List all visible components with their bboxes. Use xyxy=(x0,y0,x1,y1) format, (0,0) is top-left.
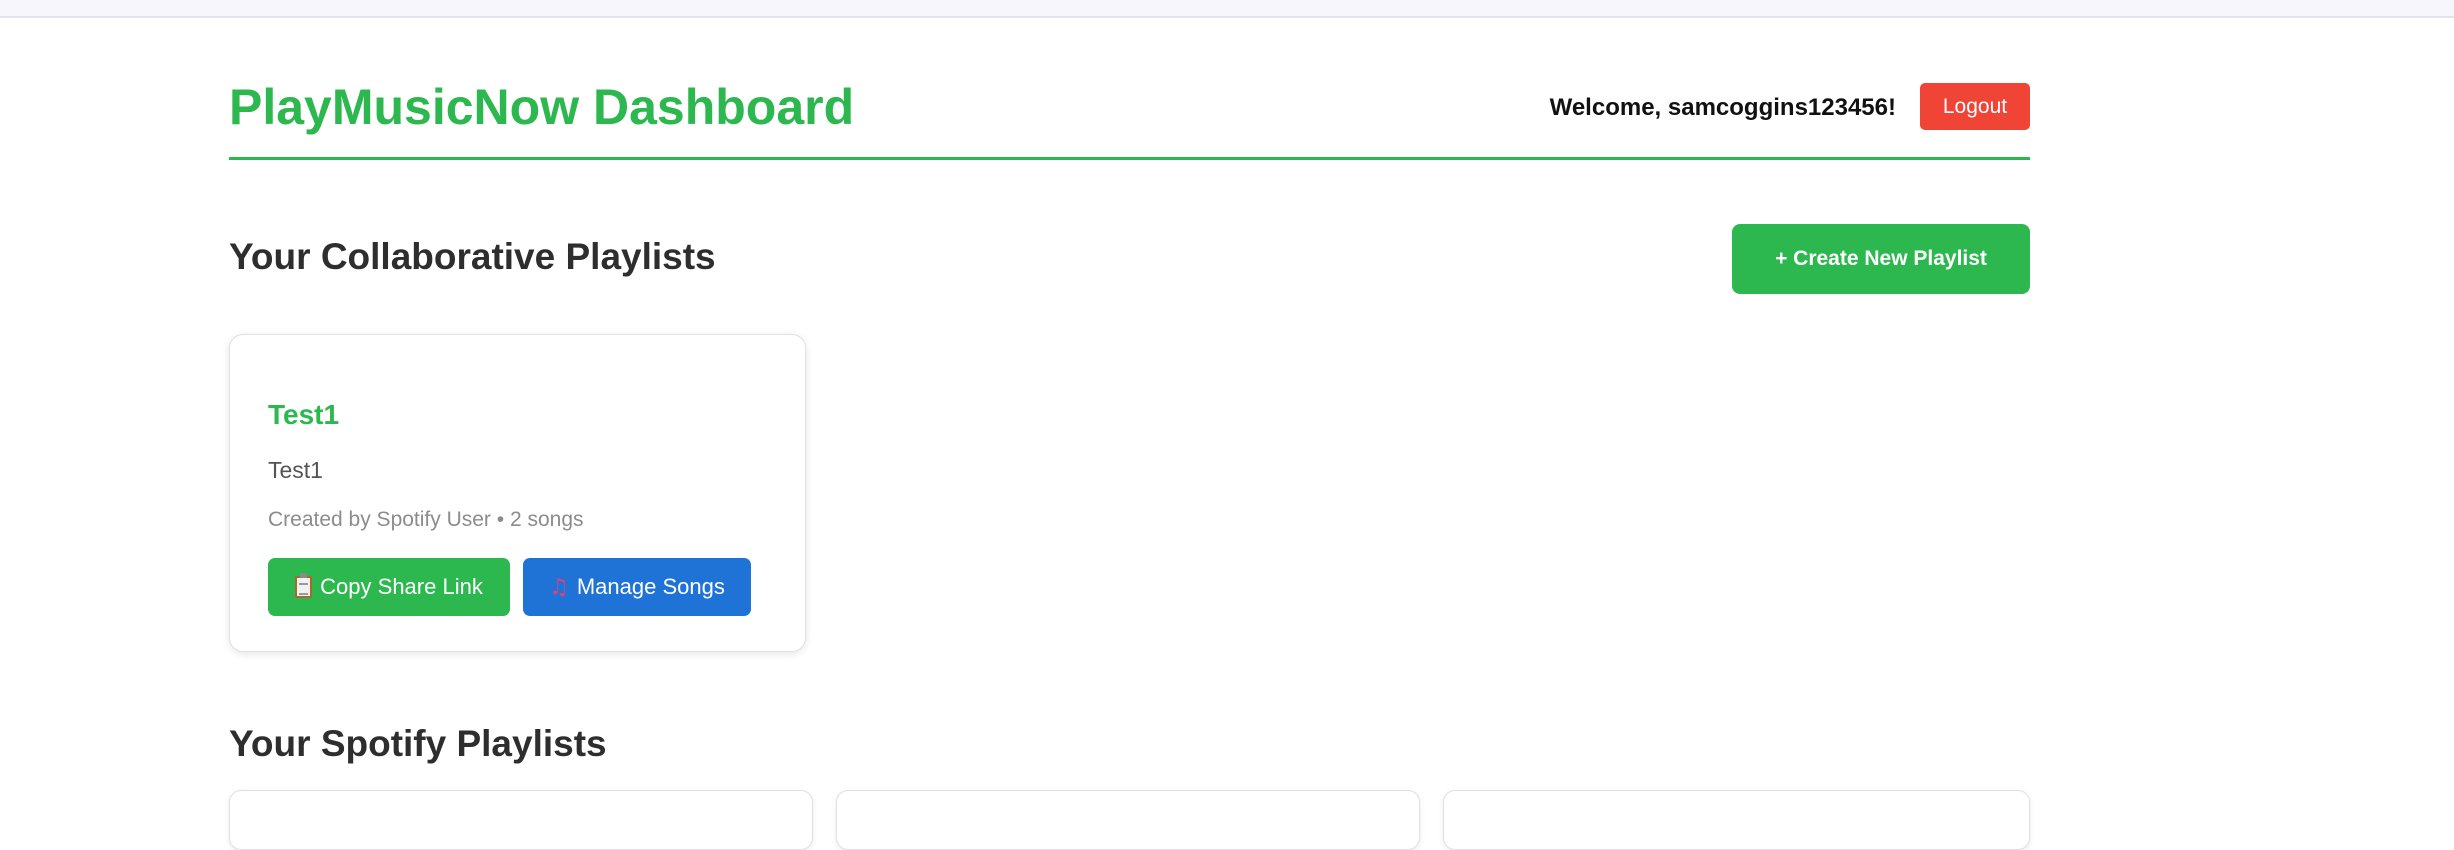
playlist-meta: Created by Spotify User • 2 songs xyxy=(268,508,584,531)
spotify-playlist-card[interactable] xyxy=(1443,790,2030,850)
music-note-icon: ♫ xyxy=(549,574,569,600)
copy-share-link-button[interactable]: Copy Share Link xyxy=(268,558,510,616)
app-title: PlayMusicNow Dashboard xyxy=(229,79,855,135)
collaborative-playlists-title: Your Collaborative Playlists xyxy=(229,236,716,277)
logout-button[interactable]: Logout xyxy=(1920,83,2030,130)
manage-songs-button[interactable]: ♫ Manage Songs xyxy=(523,558,751,616)
playlist-card: Test1 Test1 Created by Spotify User • 2 … xyxy=(229,334,806,652)
spotify-playlist-card[interactable] xyxy=(229,790,813,850)
manage-songs-label: Manage Songs xyxy=(576,574,725,599)
dashboard-header: PlayMusicNow Dashboard Welcome, samcoggi… xyxy=(229,70,2030,160)
create-playlist-button[interactable]: + Create New Playlist xyxy=(1732,224,2030,294)
browser-top-strip xyxy=(0,0,2454,18)
playlist-name[interactable]: Test1 xyxy=(268,399,339,431)
spotify-playlist-card[interactable] xyxy=(836,790,1420,850)
spotify-playlists-title: Your Spotify Playlists xyxy=(229,723,607,764)
playlist-description: Test1 xyxy=(268,457,323,483)
welcome-message: Welcome, samcoggins123456! xyxy=(1549,94,1896,121)
copy-share-link-label: Copy Share Link xyxy=(320,574,483,599)
clipboard-icon xyxy=(295,573,313,598)
